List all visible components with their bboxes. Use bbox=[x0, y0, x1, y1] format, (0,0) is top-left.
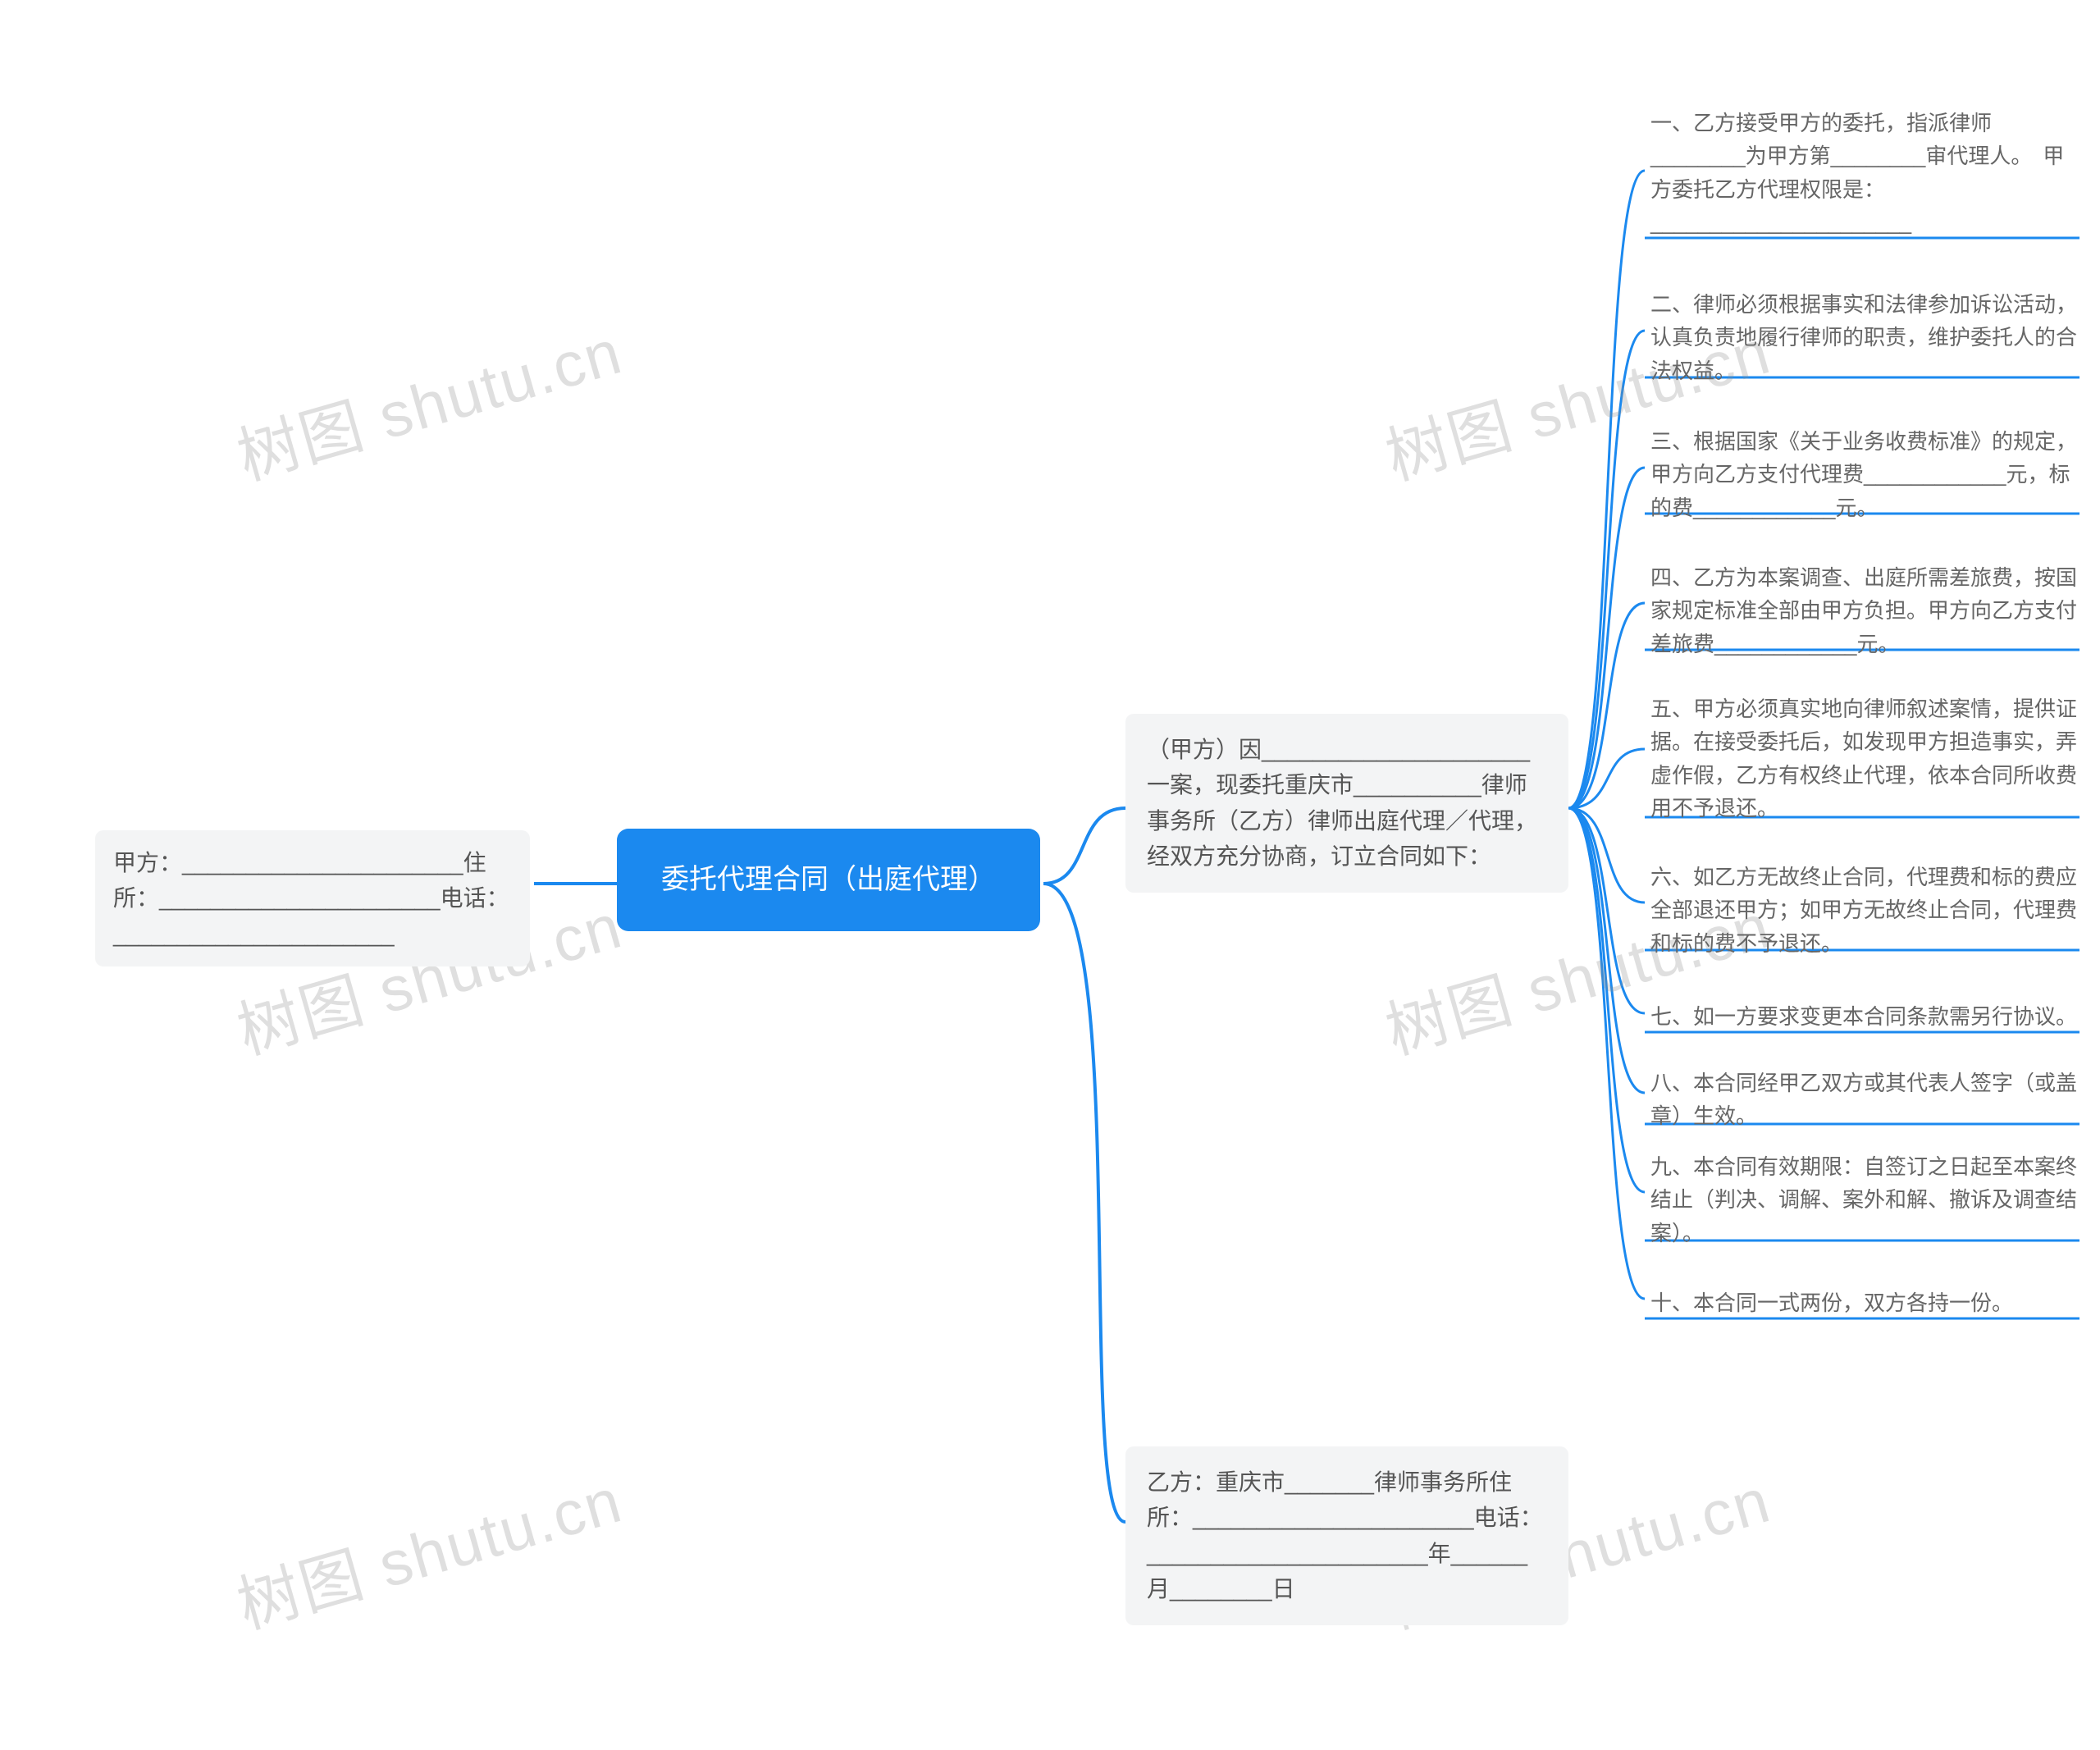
clause-10[interactable]: 十、本合同一式两份，双方各持一份。 bbox=[1647, 1282, 2082, 1327]
mindmap-canvas: 树图 shutu.cn 树图 shutu.cn 树图 shutu.cn 树图 s… bbox=[0, 0, 2100, 1750]
clause-9-text: 九、本合同有效期限：自签订之日起至本案终结止（判决、调解、案外和解、撤诉及调查结… bbox=[1650, 1154, 2077, 1245]
clause-4-text: 四、乙方为本案调查、出庭所需差旅费，按国家规定标准全部由甲方负担。甲方向乙方支付… bbox=[1650, 565, 2077, 656]
root-label: 委托代理合同（出庭代理） bbox=[661, 864, 996, 895]
branch-case-intro[interactable]: （甲方）因_____________________一案，现委托重庆市_____… bbox=[1125, 714, 1568, 893]
clause-6-text: 六、如乙方无故终止合同，代理费和标的费应全部退还甲方；如甲方无故终止合同，代理费… bbox=[1650, 865, 2077, 956]
clause-5-text: 五、甲方必须真实地向律师叙述案情，提供证据。在接受委托后，如发现甲方担造事实，弄… bbox=[1650, 697, 2077, 820]
party-a-node[interactable]: 甲方：______________________住所：____________… bbox=[95, 830, 530, 966]
clause-3[interactable]: 三、根据国家《关于业务收费标准》的规定，甲方向乙方支付代理费__________… bbox=[1647, 420, 2082, 532]
root-node[interactable]: 委托代理合同（出庭代理） bbox=[617, 829, 1040, 931]
watermark: 树图 shutu.cn bbox=[226, 1450, 631, 1646]
clause-3-text: 三、根据国家《关于业务收费标准》的规定，甲方向乙方支付代理费__________… bbox=[1650, 429, 2077, 520]
clause-4[interactable]: 四、乙方为本案调查、出庭所需差旅费，按国家规定标准全部由甲方负担。甲方向乙方支付… bbox=[1647, 556, 2082, 669]
clause-8[interactable]: 八、本合同经甲乙双方或其代表人签字（或盖章）生效。 bbox=[1647, 1062, 2082, 1141]
clause-7[interactable]: 七、如一方要求变更本合同条款需另行协议。 bbox=[1647, 995, 2082, 1041]
watermark: 树图 shutu.cn bbox=[226, 301, 631, 497]
branch-party-b[interactable]: 乙方：重庆市_______律师事务所住所：___________________… bbox=[1125, 1446, 1568, 1625]
clause-7-text: 七、如一方要求变更本合同条款需另行协议。 bbox=[1650, 1004, 2077, 1029]
clause-1[interactable]: 一、乙方接受甲方的委托，指派律师________为甲方第________审代理人… bbox=[1647, 102, 2082, 247]
clause-10-text: 十、本合同一式两份，双方各持一份。 bbox=[1650, 1291, 2013, 1315]
clause-1-text: 一、乙方接受甲方的委托，指派律师________为甲方第________审代理人… bbox=[1650, 111, 2064, 235]
clause-8-text: 八、本合同经甲乙双方或其代表人签字（或盖章）生效。 bbox=[1650, 1071, 2077, 1128]
clause-6[interactable]: 六、如乙方无故终止合同，代理费和标的费应全部退还甲方；如甲方无故终止合同，代理费… bbox=[1647, 856, 2082, 968]
clause-5[interactable]: 五、甲方必须真实地向律师叙述案情，提供证据。在接受委托后，如发现甲方担造事实，弄… bbox=[1647, 688, 2082, 833]
clause-2[interactable]: 二、律师必须根据事实和法律参加诉讼活动，认真负责地履行律师的职责，维护委托人的合… bbox=[1647, 283, 2082, 395]
clause-2-text: 二、律师必须根据事实和法律参加诉讼活动，认真负责地履行律师的职责，维护委托人的合… bbox=[1650, 292, 2077, 383]
party-a-text: 甲方：______________________住所：____________… bbox=[113, 850, 509, 947]
branch-case-intro-text: （甲方）因_____________________一案，现委托重庆市_____… bbox=[1147, 737, 1537, 869]
branch-party-b-text: 乙方：重庆市_______律师事务所住所：___________________… bbox=[1147, 1469, 1543, 1602]
clause-9[interactable]: 九、本合同有效期限：自签订之日起至本案终结止（判决、调解、案外和解、撤诉及调查结… bbox=[1647, 1145, 2082, 1258]
